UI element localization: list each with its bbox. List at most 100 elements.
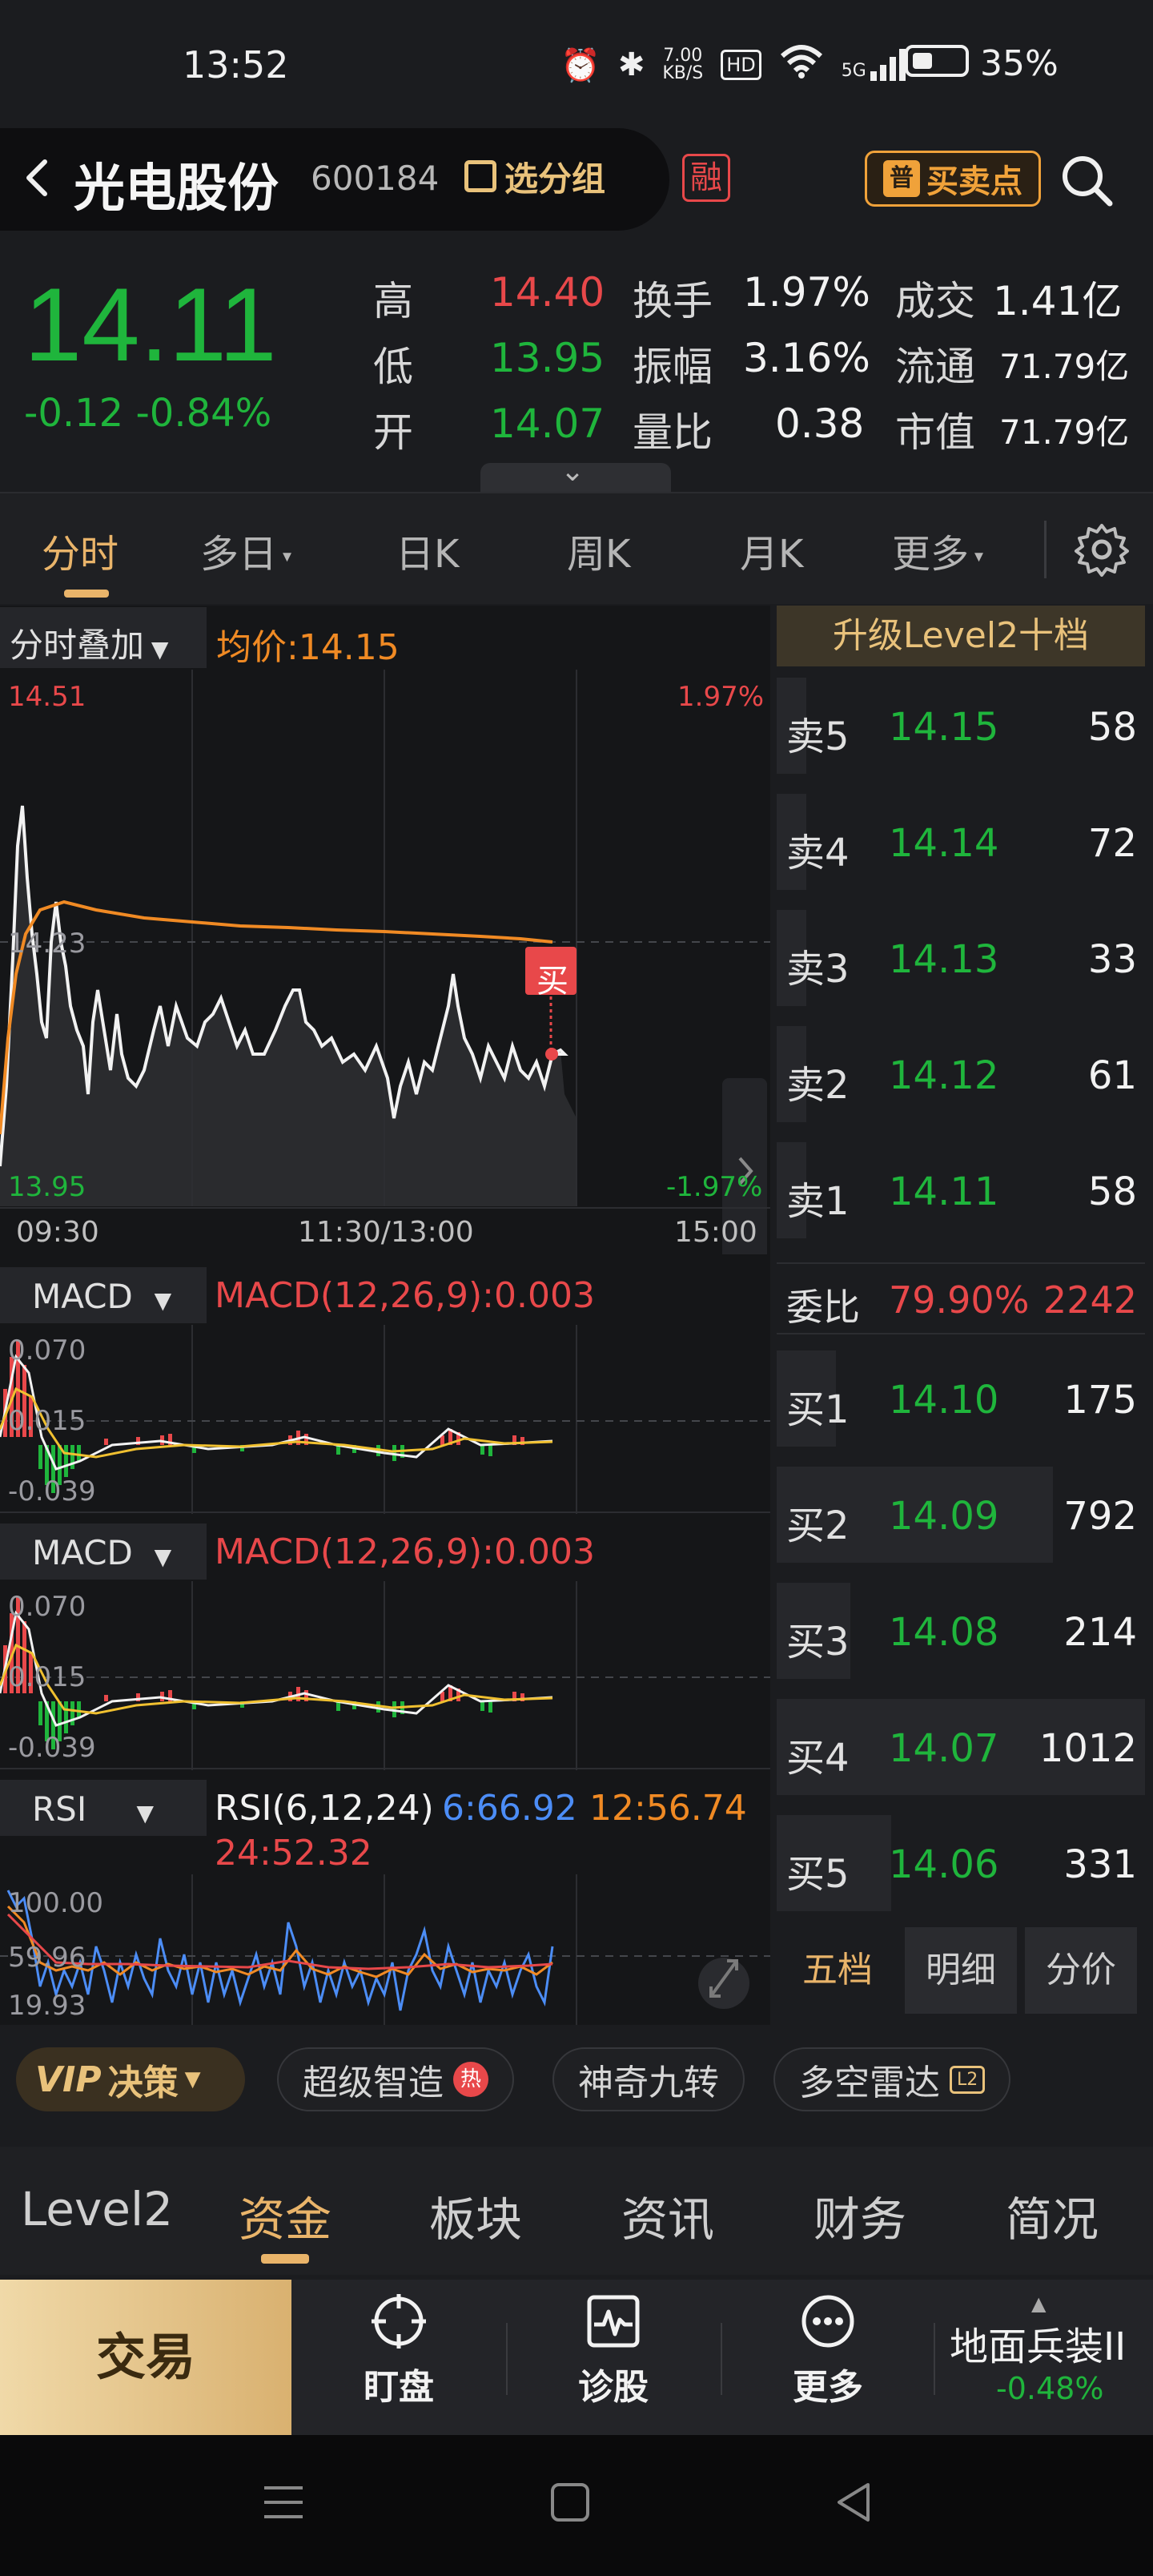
tab-month-k[interactable]: 月K — [740, 522, 803, 578]
section-tab-active-indicator — [261, 2254, 309, 2264]
bid-level-row[interactable]: 买2 14.09 792 — [777, 1459, 1145, 1571]
super-manufacture-chip[interactable]: 超级智造 热 — [277, 2047, 514, 2111]
open-label: 开 — [373, 409, 413, 456]
time-axis-start: 09:30 — [16, 1216, 99, 1249]
ask-level-row[interactable]: 卖2 14.12 61 — [777, 1018, 1145, 1130]
tab-five-levels[interactable]: 五档 — [781, 1927, 894, 2014]
watch-button[interactable]: 盯盘 — [319, 2291, 479, 2409]
tab-multi-day[interactable]: 多日 ▾ — [200, 522, 291, 578]
current-price: 14.11 — [24, 266, 277, 383]
sector-name[interactable]: 地面兵装II — [950, 2315, 1126, 2371]
upgrade-level2-banner[interactable]: 升级Level2十档 — [777, 606, 1145, 666]
gear-icon[interactable] — [1073, 521, 1131, 578]
bluetooth-icon: ✱ — [617, 46, 645, 83]
tab-divider — [1044, 521, 1047, 578]
select-group-label: 选分组 — [504, 159, 606, 199]
macd-value-2: MACD(12,26,9):0.003 — [215, 1532, 595, 1572]
tab-level2[interactable]: Level2 — [21, 2182, 173, 2236]
caret-down-icon: ▼ — [144, 636, 169, 662]
magic-nine-chip[interactable]: 神奇九转 — [552, 2047, 745, 2111]
time-axis-mid: 11:30/13:00 — [298, 1216, 474, 1249]
back-arrow-icon[interactable] — [14, 154, 62, 202]
bull-bear-radar-chip[interactable]: 多空雷达 L2 — [773, 2047, 1011, 2111]
tab-profile[interactable]: 简况 — [1006, 2182, 1099, 2249]
macd-chart-1 — [0, 1325, 770, 1514]
home-icon[interactable] — [548, 2480, 593, 2525]
ask-level-price: 14.13 — [889, 937, 999, 982]
caret-down-icon: ▾ — [277, 546, 292, 567]
ask-level-price: 14.14 — [889, 821, 999, 866]
ask-level-row[interactable]: 卖1 14.11 58 — [777, 1134, 1145, 1246]
volume-ratio-label: 量比 — [633, 409, 713, 456]
tab-detail[interactable]: 明细 — [905, 1927, 1017, 2014]
caret-up-icon: ▲ — [1031, 2292, 1047, 2315]
amplitude-value: 3.16% — [743, 335, 870, 381]
intraday-chart[interactable] — [0, 670, 770, 1254]
bid-level-label: 买1 — [786, 1387, 850, 1432]
bid-level-label: 买3 — [786, 1620, 850, 1664]
market-cap-label: 市值 — [895, 409, 975, 456]
buy-sell-points-label: 买卖点 — [926, 163, 1022, 200]
more-dots-icon — [801, 2295, 854, 2348]
bid-level-row[interactable]: 买5 14.06 331 — [777, 1807, 1145, 1919]
macd-axis-mid-2: 0.015 — [8, 1661, 86, 1693]
caret-down-icon: ▼ — [132, 1287, 172, 1314]
macd-indicator-select-2[interactable]: MACD ▼ — [0, 1523, 207, 1580]
battery-icon — [905, 45, 969, 77]
rsi-indicator-select[interactable]: RSI ▼ — [0, 1780, 207, 1836]
tab-intraday[interactable]: 分时 — [42, 522, 119, 578]
turnover-label: 换手 — [633, 278, 713, 324]
macd-axis-top-1: 0.070 — [8, 1334, 86, 1366]
diagnose-button[interactable]: 诊股 — [533, 2291, 693, 2409]
search-icon[interactable] — [1059, 152, 1115, 208]
bid-level-row[interactable]: 买4 14.07 1012 — [777, 1691, 1145, 1803]
price-change: -0.12 -0.84% — [24, 391, 272, 436]
ask-level-row[interactable]: 卖3 14.13 33 — [777, 902, 1145, 1014]
tab-day-k[interactable]: 日K — [396, 522, 459, 578]
macd-label: MACD — [32, 1277, 133, 1316]
bid-level-price: 14.10 — [889, 1378, 999, 1423]
vip-decision-chip[interactable]: VIP 决策 ▼ — [16, 2047, 245, 2111]
rsi12-value: 12:56.74 — [589, 1788, 747, 1829]
more-label: 更多 — [793, 2367, 863, 2408]
tab-active-indicator — [64, 590, 109, 598]
expand-icon — [698, 1958, 749, 2009]
ask-level-row[interactable]: 卖5 14.15 58 — [777, 670, 1145, 782]
low-label: 低 — [373, 344, 413, 390]
ask-level-label: 卖5 — [786, 714, 850, 759]
trade-button[interactable]: 交易 — [0, 2280, 291, 2435]
tab-fund[interactable]: 资金 — [239, 2182, 331, 2249]
buy-sell-points-button[interactable]: 普 买卖点 — [865, 151, 1041, 207]
back-triangle-icon[interactable] — [830, 2478, 878, 2526]
order-book-tabs: 五档 明细 分价 — [777, 1922, 1145, 2019]
ask-level-label: 卖3 — [786, 947, 850, 992]
ask-level-row[interactable]: 卖4 14.14 72 — [777, 786, 1145, 898]
tab-news[interactable]: 资讯 — [621, 2182, 714, 2249]
bid-level-row[interactable]: 买1 14.10 175 — [777, 1342, 1145, 1455]
tab-more[interactable]: 更多 ▾ — [892, 522, 983, 578]
amplitude-label: 振幅 — [633, 344, 713, 390]
bid-level-volume: 331 — [1063, 1842, 1137, 1887]
float-cap-value: 71.79亿 — [999, 347, 1130, 386]
rsi-axis-mid: 59.96 — [8, 1942, 86, 1974]
bid-level-price: 14.08 — [889, 1610, 999, 1655]
action-divider — [934, 2323, 935, 2395]
ask-level-volume: 58 — [1087, 705, 1137, 750]
magic-nine-label: 神奇九转 — [578, 2063, 719, 2103]
select-group-button[interactable]: 选分组 — [464, 154, 605, 199]
vip-decision-label: 决策 — [107, 2063, 179, 2103]
tab-price-distribution[interactable]: 分价 — [1025, 1927, 1137, 2014]
more-button[interactable]: 更多 — [748, 2291, 908, 2409]
macd-indicator-select-1[interactable]: MACD ▼ — [0, 1267, 207, 1323]
menu-icon[interactable] — [261, 2480, 306, 2525]
pct-axis-bottom: -1.97% — [666, 1171, 763, 1203]
bull-bear-radar-label: 多空雷达 — [799, 2063, 940, 2103]
bid-level-label: 买5 — [786, 1852, 850, 1897]
tab-finance[interactable]: 财务 — [814, 2182, 906, 2249]
overlay-select[interactable]: 分时叠加 ▼ — [0, 607, 207, 668]
tab-week-k[interactable]: 周K — [567, 522, 630, 578]
bid-level-row[interactable]: 买3 14.08 214 — [777, 1575, 1145, 1687]
tab-sector[interactable]: 板块 — [429, 2182, 522, 2249]
battery-percent: 35% — [980, 43, 1059, 84]
macd-value-1: MACD(12,26,9):0.003 — [215, 1275, 595, 1316]
